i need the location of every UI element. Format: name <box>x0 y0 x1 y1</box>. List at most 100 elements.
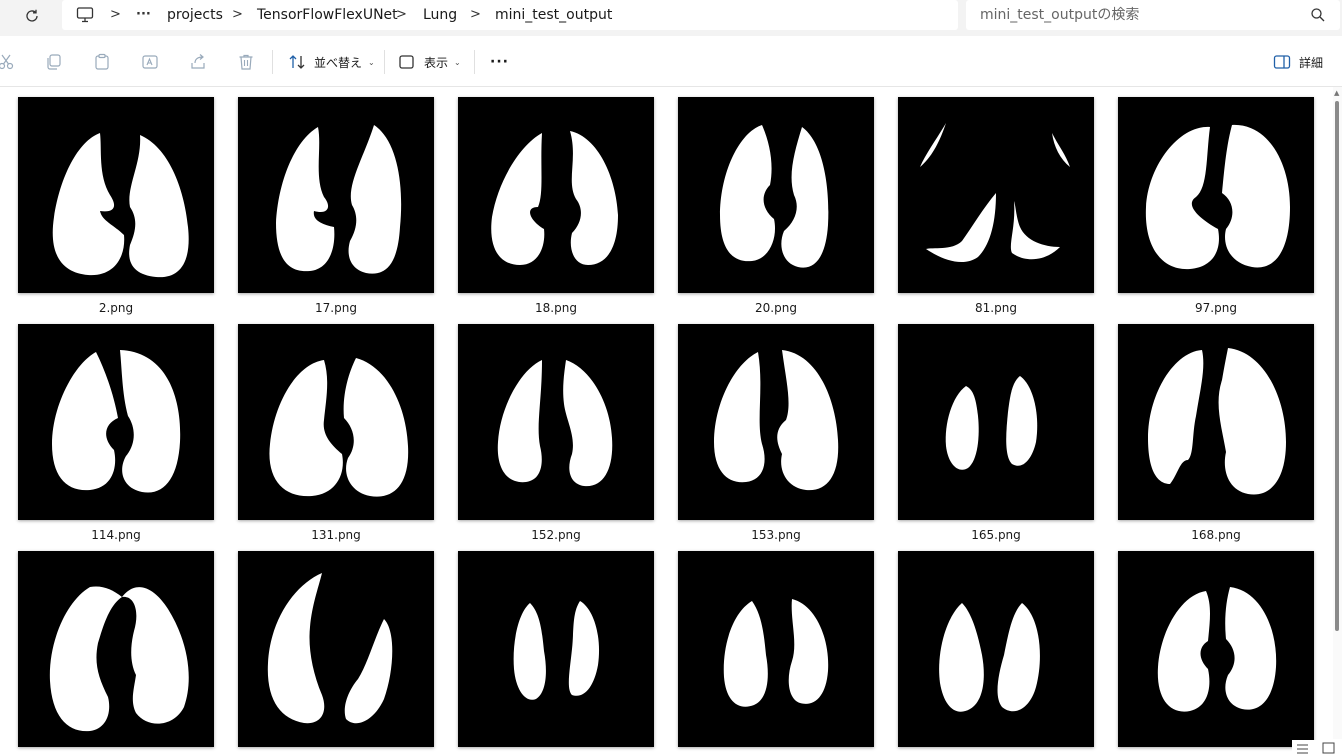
details-pane-icon <box>1273 55 1291 69</box>
share-icon <box>191 54 205 69</box>
file-item[interactable] <box>458 551 654 756</box>
file-name: 20.png <box>755 301 797 315</box>
toolbar-divider <box>474 50 475 74</box>
file-name: 17.png <box>315 301 357 315</box>
delete-button[interactable] <box>234 50 258 74</box>
image-thumbnail <box>678 324 874 520</box>
image-thumbnail <box>18 551 214 747</box>
image-thumbnail <box>458 97 654 293</box>
details-button[interactable]: 詳細 <box>1273 50 1323 74</box>
command-bar: 並べ替え ⌄ 表示 ⌄ ··· 詳細 <box>0 38 1342 87</box>
image-thumbnail <box>678 97 874 293</box>
file-item[interactable]: 165.png <box>898 324 1094 546</box>
search-box[interactable]: mini_test_outputの検索 <box>966 0 1340 30</box>
breadcrumb-separator[interactable]: > <box>470 5 481 25</box>
image-thumbnail <box>1118 551 1314 747</box>
copy-icon <box>47 54 61 70</box>
file-item[interactable] <box>678 551 874 756</box>
file-name: 18.png <box>535 301 577 315</box>
file-item[interactable]: 152.png <box>458 324 654 546</box>
file-name: 131.png <box>311 528 361 542</box>
file-item[interactable]: 168.png <box>1118 324 1314 546</box>
details-view-icon[interactable] <box>1296 743 1309 755</box>
search-input[interactable]: mini_test_outputの検索 <box>980 5 1139 25</box>
file-item[interactable]: 20.png <box>678 97 874 319</box>
breadcrumb-separator[interactable]: > <box>396 5 407 25</box>
breadcrumb-item-current[interactable]: mini_test_output <box>495 5 612 25</box>
tiles-view-icon[interactable] <box>1322 742 1335 754</box>
image-thumbnail <box>898 97 1094 293</box>
file-item[interactable]: 81.png <box>898 97 1094 319</box>
share-button[interactable] <box>186 50 210 74</box>
file-item[interactable]: 17.png <box>238 97 434 319</box>
file-item[interactable] <box>898 551 1094 756</box>
image-thumbnail <box>898 551 1094 747</box>
file-name: 153.png <box>751 528 801 542</box>
image-thumbnail <box>678 551 874 747</box>
refresh-button[interactable] <box>18 3 46 29</box>
file-item[interactable]: 131.png <box>238 324 434 546</box>
file-name: 97.png <box>1195 301 1237 315</box>
sort-icon <box>289 55 305 69</box>
image-thumbnail <box>238 324 434 520</box>
sort-label: 並べ替え <box>314 55 363 70</box>
toolbar-divider <box>384 50 385 74</box>
more-options-button[interactable]: ··· <box>490 50 509 74</box>
scrollbar-thumb[interactable] <box>1335 101 1339 631</box>
view-button[interactable]: 表示 ⌄ <box>398 50 461 74</box>
view-icon <box>399 55 414 69</box>
image-thumbnail <box>238 97 434 293</box>
rename-icon <box>142 55 158 69</box>
file-item[interactable]: 2.png <box>18 97 214 319</box>
paste-icon <box>95 53 109 70</box>
file-item[interactable]: 153.png <box>678 324 874 546</box>
file-name: 168.png <box>1191 528 1241 542</box>
breadcrumb-item-tensorflowflexunet[interactable]: TensorFlowFlexUNet <box>257 5 398 25</box>
breadcrumb[interactable]: > ··· projects > TensorFlowFlexUNet > Lu… <box>62 0 958 30</box>
breadcrumb-separator[interactable]: > <box>232 5 243 25</box>
chevron-down-icon: ⌄ <box>454 57 461 67</box>
file-name: 2.png <box>98 301 134 315</box>
file-item[interactable]: 114.png <box>18 324 214 546</box>
scroll-up-icon[interactable]: ▲ <box>1334 89 1339 97</box>
breadcrumb-item-projects[interactable]: projects <box>167 5 223 25</box>
image-thumbnail <box>18 97 214 293</box>
copy-button[interactable] <box>42 50 66 74</box>
paste-button[interactable] <box>90 50 114 74</box>
details-label: 詳細 <box>1299 55 1324 70</box>
breadcrumb-separator[interactable]: > <box>110 5 121 25</box>
refresh-icon <box>26 9 38 22</box>
view-label: 表示 <box>424 55 449 70</box>
image-thumbnail <box>1118 97 1314 293</box>
image-thumbnail <box>898 324 1094 520</box>
trash-icon <box>239 54 253 70</box>
status-view-toggles <box>1292 740 1342 756</box>
chevron-down-icon: ⌄ <box>368 57 375 67</box>
rename-button[interactable] <box>138 50 162 74</box>
file-item[interactable] <box>1118 551 1314 756</box>
vertical-scrollbar[interactable]: ▲ <box>1333 87 1342 739</box>
file-name: 81.png <box>975 301 1017 315</box>
cut-icon <box>0 54 14 70</box>
file-item[interactable]: 97.png <box>1118 97 1314 319</box>
file-item[interactable]: 18.png <box>458 97 654 319</box>
image-thumbnail <box>18 324 214 520</box>
sort-button[interactable]: 並べ替え ⌄ <box>288 50 375 74</box>
file-item[interactable] <box>18 551 214 756</box>
computer-icon[interactable] <box>76 7 94 23</box>
cut-button[interactable] <box>0 50 18 74</box>
image-thumbnail <box>1118 324 1314 520</box>
search-icon[interactable] <box>1310 7 1326 23</box>
breadcrumb-item-lung[interactable]: Lung <box>423 5 457 25</box>
file-item[interactable] <box>238 551 434 756</box>
file-name: 152.png <box>531 528 581 542</box>
image-thumbnail <box>238 551 434 747</box>
image-thumbnail <box>458 551 654 747</box>
file-name: 114.png <box>91 528 141 542</box>
file-grid: 2.png 17.png 18.png 20.png 81.png 97.png… <box>0 87 1332 756</box>
breadcrumb-overflow[interactable]: ··· <box>136 5 151 25</box>
toolbar-divider <box>272 50 273 74</box>
file-name: 165.png <box>971 528 1021 542</box>
image-thumbnail <box>458 324 654 520</box>
address-row: > ··· projects > TensorFlowFlexUNet > Lu… <box>0 0 1342 36</box>
